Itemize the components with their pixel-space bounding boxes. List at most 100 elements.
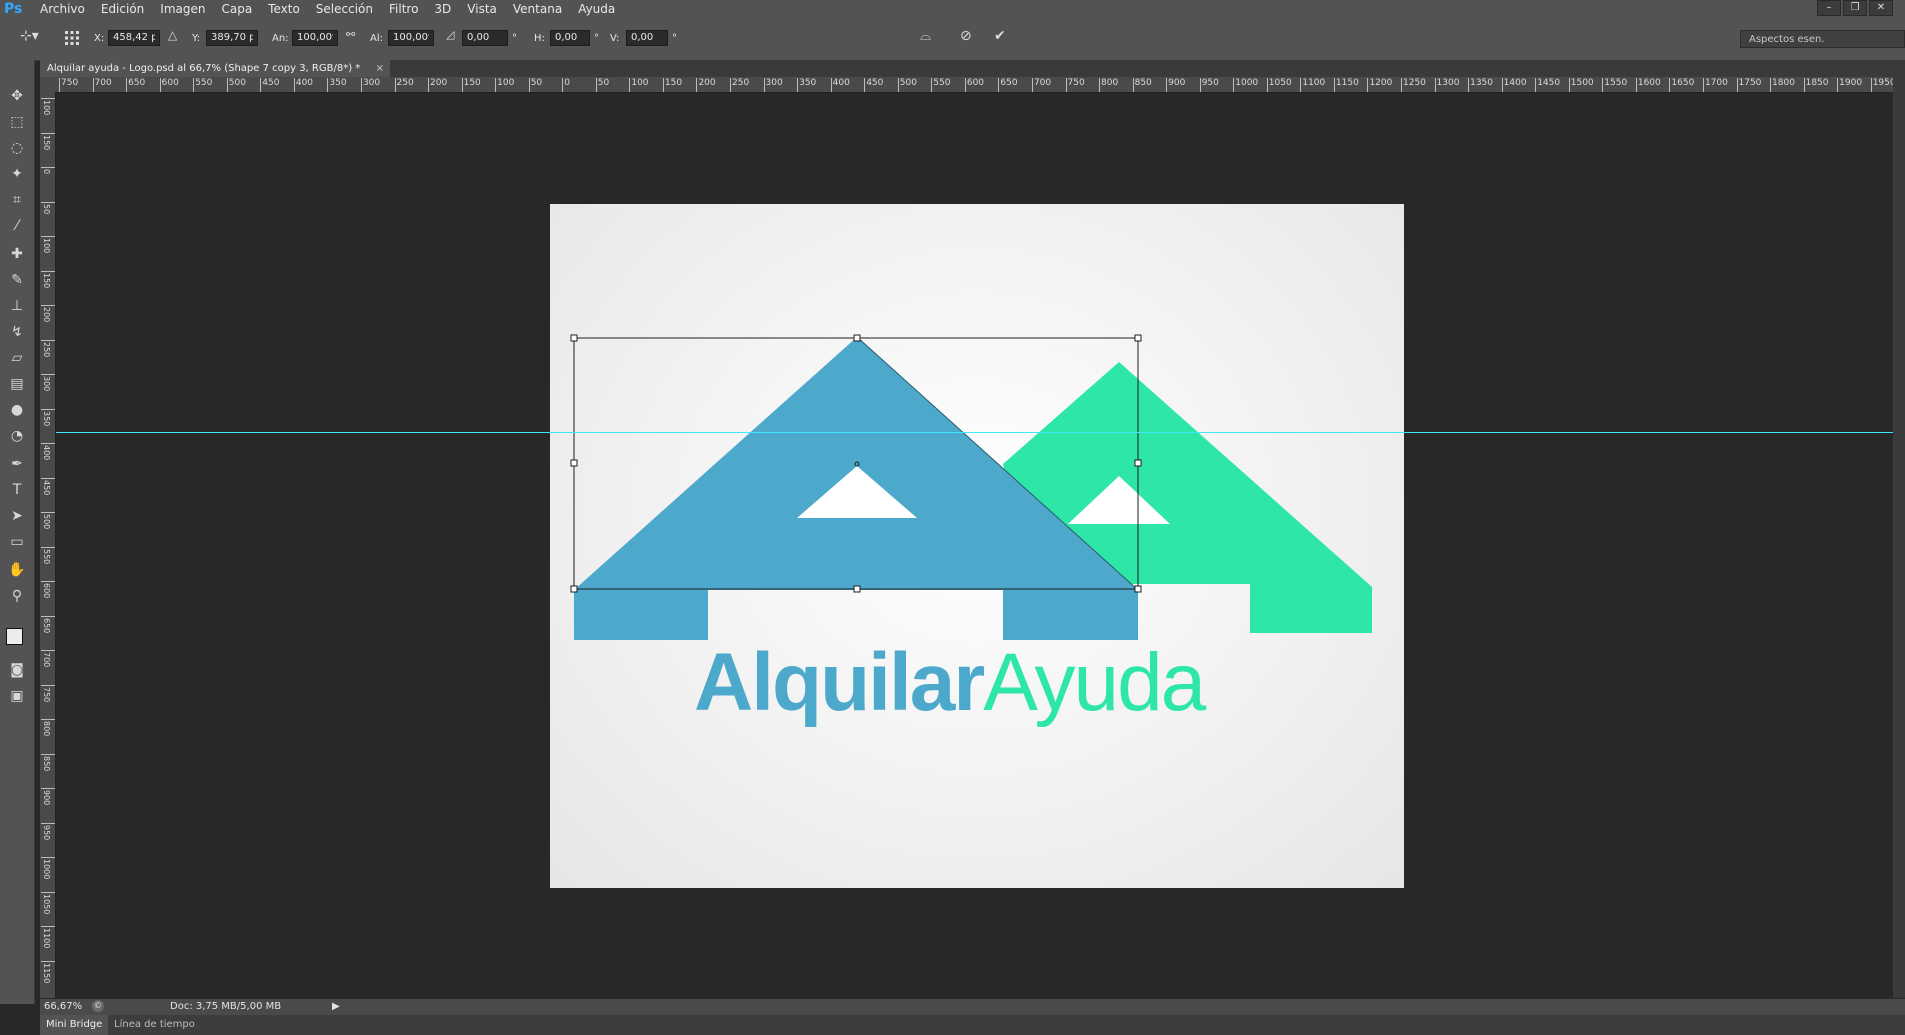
- ruler-tick: [41, 236, 55, 237]
- close-tab-icon[interactable]: ×: [376, 60, 384, 77]
- width-input[interactable]: [292, 30, 338, 46]
- brush-tool-icon[interactable]: ✎: [7, 270, 27, 290]
- move-tool-icon[interactable]: ✥: [7, 86, 27, 106]
- hand-tool-icon[interactable]: ✋: [7, 560, 27, 580]
- marquee-tool-icon[interactable]: ⬚: [7, 112, 27, 132]
- ruler-tick: [1669, 78, 1671, 92]
- ruler-label: 450: [42, 479, 51, 495]
- menu-archivo[interactable]: Archivo: [40, 0, 85, 18]
- path-selection-icon[interactable]: ➤: [7, 506, 27, 526]
- ruler-tick: [41, 650, 55, 651]
- document-tab[interactable]: Alquilar ayuda - Logo.psd al 66,7% (Shap…: [40, 60, 390, 77]
- eyedropper-icon[interactable]: ⁄: [7, 216, 27, 236]
- tab-mini-bridge[interactable]: Mini Bridge: [40, 1015, 109, 1035]
- status-menu-arrow-icon[interactable]: ▶: [332, 1001, 340, 1012]
- dodge-tool-icon[interactable]: ◔: [7, 426, 27, 446]
- ruler-tick: [41, 477, 55, 479]
- commit-transform-icon[interactable]: ✔: [994, 28, 1006, 44]
- horizontal-ruler[interactable]: 750 700 650 600 550 500 450 400 350 300 250 200 150 1…: [55, 77, 1905, 93]
- ruler-label: 600: [42, 583, 51, 599]
- close-window-icon[interactable]: ✕: [1869, 0, 1893, 16]
- cancel-transform-icon[interactable]: ⊘: [960, 28, 972, 44]
- ruler-label: 1150: [42, 962, 51, 983]
- v-skew-label: V:: [610, 33, 620, 44]
- eraser-tool-icon[interactable]: ▱: [7, 348, 27, 368]
- ruler-tick: [1602, 78, 1604, 92]
- quick-mask-icon[interactable]: ◙: [7, 660, 27, 680]
- ruler-label: 150: [42, 134, 51, 150]
- restore-icon[interactable]: ❐: [1843, 0, 1867, 16]
- healing-brush-icon[interactable]: ✚: [7, 244, 27, 264]
- history-brush-icon[interactable]: ↯: [7, 322, 27, 342]
- ruler-label: 1100: [42, 928, 51, 949]
- workspace-selector[interactable]: Aspectos esen.: [1740, 30, 1905, 48]
- ruler-label: 350: [329, 78, 347, 88]
- stamp-tool-icon[interactable]: ⊥: [7, 296, 27, 316]
- zoom-level[interactable]: 66,67%: [44, 1001, 82, 1012]
- foreground-color-swatch[interactable]: [6, 628, 23, 645]
- document-canvas[interactable]: AlquilarAyuda: [550, 204, 1404, 888]
- menu-imagen[interactable]: Imagen: [160, 0, 205, 18]
- minimize-icon[interactable]: –: [1817, 0, 1841, 16]
- menu-3d[interactable]: 3D: [434, 0, 451, 18]
- move-tool-preset-icon[interactable]: ⊹▾: [20, 28, 39, 44]
- screen-mode-icon[interactable]: ▣: [7, 686, 27, 706]
- ruler-label: 300: [765, 78, 783, 88]
- menu-vista[interactable]: Vista: [467, 0, 497, 18]
- ruler-label: 850: [42, 755, 51, 771]
- ruler-tick: [730, 78, 731, 92]
- delta-icon[interactable]: △: [168, 28, 177, 42]
- rotate-input[interactable]: [462, 30, 508, 46]
- pen-tool-icon[interactable]: ✒: [7, 454, 27, 474]
- menu-ventana[interactable]: Ventana: [513, 0, 562, 18]
- ruler-label: 800: [42, 721, 51, 737]
- zoom-tool-icon[interactable]: ⚲: [7, 586, 27, 606]
- photoshop-logo: Ps: [4, 1, 23, 17]
- ruler-origin[interactable]: [40, 77, 55, 92]
- ruler-label: 1300: [1436, 78, 1460, 88]
- tools-panel: ✥ ⬚ ◌ ✦ ⌗ ⁄ ✚ ✎ ⊥ ↯ ▱ ▤ ● ◔ ✒ T ➤ ▭ ✋ ⚲ …: [0, 60, 35, 1004]
- ruler-label: 1350: [1470, 78, 1493, 88]
- menu-capa[interactable]: Capa: [221, 0, 252, 18]
- ruler-label: 550: [933, 78, 951, 88]
- shape-tool-icon[interactable]: ▭: [7, 532, 27, 552]
- ruler-label: 1150: [1335, 78, 1359, 88]
- ruler-label: 550: [42, 548, 51, 564]
- lasso-tool-icon[interactable]: ◌: [7, 138, 27, 158]
- ruler-label: 650: [42, 617, 51, 633]
- ruler-tick: [293, 78, 295, 92]
- status-info-icon[interactable]: ©: [92, 1000, 104, 1012]
- menu-ayuda[interactable]: Ayuda: [578, 0, 615, 18]
- ruler-label: 400: [295, 78, 314, 88]
- v-skew-input[interactable]: [626, 30, 668, 46]
- ruler-label: 600: [966, 78, 985, 88]
- crop-tool-icon[interactable]: ⌗: [7, 190, 27, 210]
- ruler-label: 1500: [1570, 78, 1594, 88]
- vertical-ruler[interactable]: 100 150 0 50 100 150 200 250 300 350 400 450 500 550 6…: [40, 92, 56, 998]
- ruler-tick: [931, 78, 933, 92]
- menu-texto[interactable]: Texto: [268, 0, 300, 18]
- ruler-tick: [41, 443, 55, 444]
- warp-mode-icon[interactable]: ⌓: [920, 28, 931, 44]
- vertical-scrollbar[interactable]: [1893, 77, 1905, 998]
- magic-wand-icon[interactable]: ✦: [7, 164, 27, 184]
- gradient-tool-icon[interactable]: ▤: [7, 374, 27, 394]
- blur-tool-icon[interactable]: ●: [7, 400, 27, 420]
- height-input[interactable]: [388, 30, 434, 46]
- menu-seleccion[interactable]: Selección: [316, 0, 373, 18]
- ruler-tick: [41, 512, 55, 513]
- h-skew-input[interactable]: [550, 30, 590, 46]
- reference-point-icon[interactable]: [64, 30, 80, 46]
- x-position-input[interactable]: [108, 30, 160, 46]
- menu-edicion[interactable]: Edición: [101, 0, 144, 18]
- tab-timeline[interactable]: Línea de tiempo: [108, 1015, 201, 1035]
- y-position-input[interactable]: [206, 30, 258, 46]
- menu-filtro[interactable]: Filtro: [389, 0, 418, 18]
- horizontal-guide[interactable]: [56, 432, 1893, 433]
- color-swatches[interactable]: [4, 622, 32, 652]
- link-icon[interactable]: ⚯: [346, 28, 355, 41]
- type-tool-icon[interactable]: T: [7, 480, 27, 500]
- ruler-tick: [41, 98, 55, 99]
- ruler-tick: [41, 581, 55, 582]
- ruler-label: 1450: [1537, 78, 1561, 88]
